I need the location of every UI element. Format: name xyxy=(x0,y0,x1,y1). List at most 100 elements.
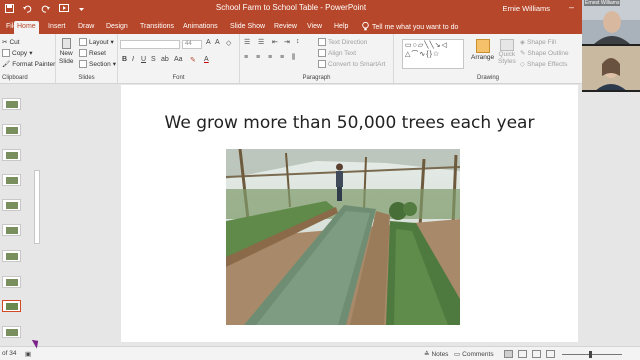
tab-help[interactable]: Help xyxy=(331,21,351,34)
slide-thumbnail[interactable] xyxy=(2,124,21,136)
right-margin xyxy=(582,92,640,346)
ribbon-tabs: File Home Insert Draw Design Transitions… xyxy=(0,19,582,34)
clear-formatting-icon[interactable]: ◇ xyxy=(226,39,231,47)
align-center-icon[interactable]: ≡ xyxy=(256,54,260,61)
chevron-down-icon: ▾ xyxy=(112,61,116,68)
align-right-icon[interactable]: ≡ xyxy=(268,54,272,61)
comments-button[interactable]: ▭ Comments xyxy=(454,350,494,359)
numbering-icon[interactable]: ☰ xyxy=(258,38,264,46)
increase-indent-icon[interactable]: ⇥ xyxy=(284,38,290,46)
char-spacing-icon[interactable]: ab xyxy=(161,56,169,63)
align-left-icon[interactable]: ≡ xyxy=(244,54,248,61)
tab-design[interactable]: Design xyxy=(103,21,131,34)
chevron-down-icon: ▾ xyxy=(29,50,33,57)
notes-icon: ≙ xyxy=(424,351,430,358)
spellcheck-icon[interactable]: ▣ xyxy=(25,350,31,358)
slide-thumbnail-current[interactable] xyxy=(2,300,21,312)
quick-styles-button[interactable]: Quick Styles xyxy=(498,39,516,65)
reset-icon xyxy=(79,49,87,57)
bold-icon[interactable]: B xyxy=(122,56,127,63)
shapes-gallery[interactable]: ▭○▱╲╲↘◁ △⌒∿{}☆ xyxy=(402,39,464,69)
slide-thumbnail[interactable] xyxy=(2,276,21,288)
slides-label: Slides xyxy=(78,75,95,81)
shape-fill-button[interactable]: ◈ Shape Fill xyxy=(520,38,556,47)
slide-thumbnail[interactable] xyxy=(2,224,21,236)
tell-me-search[interactable]: Tell me what you want to do xyxy=(362,21,458,33)
increase-font-icon[interactable]: A xyxy=(206,39,211,46)
tab-draw[interactable]: Draw xyxy=(75,21,97,34)
slide-thumbnail[interactable] xyxy=(2,250,21,262)
tab-slide-show[interactable]: Slide Show xyxy=(227,21,268,34)
underline-icon[interactable]: U xyxy=(141,56,146,63)
notes-button[interactable]: ≙ Notes xyxy=(424,350,448,359)
powerpoint-window: School Farm to School Table - PowerPoint… xyxy=(0,0,640,360)
decrease-font-icon[interactable]: A xyxy=(215,39,220,46)
bullets-icon[interactable]: ☰ xyxy=(244,38,250,46)
justify-icon[interactable]: ≡ xyxy=(280,54,284,61)
font-color-icon[interactable]: A xyxy=(204,56,209,63)
format-painter-button[interactable]: 🖌 Format Painter xyxy=(2,60,55,69)
paragraph-group: ☰ ☰ ⇤ ⇥ ↕ ≡ ≡ ≡ ≡ ⫼ Text Direction Align… xyxy=(240,34,394,83)
slides-group: New Slide Layout ▾ Reset Section ▾ Slides xyxy=(56,34,118,83)
section-icon xyxy=(79,60,87,68)
slide-thumbnail[interactable] xyxy=(2,149,21,161)
font-size-box[interactable]: 44 xyxy=(182,40,202,49)
pen-icon: ✎ xyxy=(520,50,526,57)
signed-in-user[interactable]: Ernie Williams xyxy=(502,4,550,13)
participant-video[interactable]: Ernest Williams xyxy=(582,0,640,44)
line-spacing-icon[interactable]: ↕ xyxy=(296,38,300,45)
strikethrough-icon[interactable]: S xyxy=(151,56,156,63)
cut-button[interactable]: ✂ Cut xyxy=(2,38,20,47)
tab-view[interactable]: View xyxy=(304,21,325,34)
font-name-box[interactable] xyxy=(120,40,180,49)
slide-title[interactable]: We grow more than 50,000 trees each year xyxy=(121,113,578,133)
shape-outline-button[interactable]: ✎ Shape Outline xyxy=(520,49,569,58)
slide-thumbnail[interactable] xyxy=(2,199,21,211)
arrange-icon xyxy=(475,39,490,53)
decrease-indent-icon[interactable]: ⇤ xyxy=(272,38,278,46)
normal-view-button[interactable] xyxy=(504,350,513,358)
thumbnail-scrollbar[interactable] xyxy=(34,170,40,244)
section-button[interactable]: Section ▾ xyxy=(79,60,116,68)
text-direction-button[interactable]: Text Direction xyxy=(318,38,367,46)
font-label: Font xyxy=(172,75,185,81)
tab-home[interactable]: Home xyxy=(14,21,39,34)
clipboard-label: Clipboard xyxy=(2,75,28,81)
zoom-slider[interactable] xyxy=(562,354,622,355)
italic-icon[interactable]: I xyxy=(132,56,134,63)
convert-smartart-button[interactable]: Convert to SmartArt xyxy=(318,60,385,68)
reading-view-button[interactable] xyxy=(532,350,541,358)
reset-button[interactable]: Reset xyxy=(79,49,106,57)
status-bar: of 34 ▣ ≙ Notes ▭ Comments xyxy=(0,346,640,360)
copy-button[interactable]: Copy ▾ xyxy=(2,49,32,57)
change-case-icon[interactable]: Aa xyxy=(174,56,183,63)
slideshow-view-button[interactable] xyxy=(546,350,555,358)
participant-video[interactable] xyxy=(582,46,640,90)
tab-review[interactable]: Review xyxy=(271,21,300,34)
slide-thumbnail[interactable] xyxy=(2,326,21,338)
scissors-icon: ✂ xyxy=(2,39,8,46)
layout-button[interactable]: Layout ▾ xyxy=(79,38,114,46)
greenhouse-photo[interactable] xyxy=(226,149,460,325)
tab-insert[interactable]: Insert xyxy=(45,21,69,34)
align-text-button[interactable]: Align Text xyxy=(318,49,356,57)
columns-icon[interactable]: ⫼ xyxy=(292,54,295,62)
tab-animations[interactable]: Animations xyxy=(180,21,221,34)
slide-canvas[interactable]: We grow more than 50,000 trees each year xyxy=(121,85,578,342)
brush-icon: 🖌 xyxy=(2,61,11,68)
document-title: School Farm to School Table - PowerPoint xyxy=(215,3,367,12)
tab-transitions[interactable]: Transitions xyxy=(137,21,177,34)
slide-thumbnail[interactable] xyxy=(2,174,21,186)
lightbulb-icon xyxy=(362,21,369,33)
zoom-slider-knob[interactable] xyxy=(589,351,592,358)
arrange-button[interactable]: Arrange xyxy=(471,39,494,61)
paragraph-label: Paragraph xyxy=(302,75,331,81)
layout-icon xyxy=(79,38,87,46)
slide-thumbnail[interactable] xyxy=(2,98,21,110)
new-slide-button[interactable]: New Slide xyxy=(59,38,73,65)
slide-sorter-button[interactable] xyxy=(518,350,527,358)
ribbon-home: ✂ Cut Copy ▾ 🖌 Format Painter Clipboard New… xyxy=(0,34,582,84)
minimize-button[interactable]: – xyxy=(569,2,574,12)
shape-effects-button[interactable]: ◇ Shape Effects xyxy=(520,60,567,69)
highlight-icon[interactable]: ✎ xyxy=(190,56,196,64)
